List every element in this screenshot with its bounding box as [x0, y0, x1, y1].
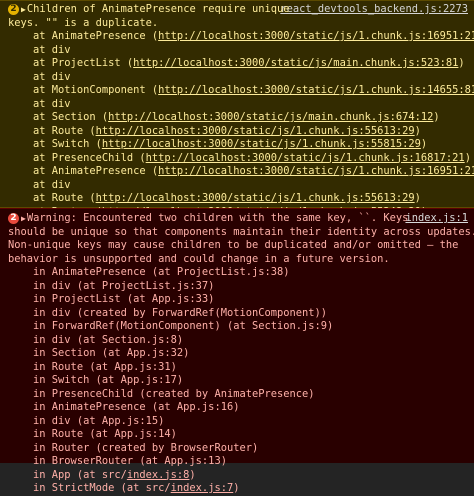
component-stack-text: in Router (created by BrowserRouter): [8, 441, 259, 454]
stack-frame-text: at AnimatePresence (: [8, 165, 159, 177]
stack-frame-text: at div: [8, 97, 71, 110]
stack-frame-suffix: ): [433, 111, 440, 123]
stack-frame-line: at div: [8, 179, 472, 193]
component-stack-line: in div (at App.js:15): [8, 415, 472, 429]
component-stack-text: in Switch (at App.js:17): [8, 374, 184, 386]
component-stack-text: in Route (at App.js:14): [8, 428, 177, 440]
stack-frame-suffix: ): [414, 192, 421, 204]
stack-frame-suffix: ): [420, 138, 428, 150]
stack-frame-text: at div: [8, 70, 71, 83]
warning-count-badge: 2: [8, 4, 19, 15]
stack-frame-line: at AnimatePresence (http://localhost:300…: [8, 30, 474, 44]
stack-frame-line: at Section (http://localhost:3000/static…: [8, 111, 472, 125]
stack-frame-link[interactable]: http://localhost:3000/static/js/main.chu…: [108, 111, 433, 123]
warning-message-line: keys. "" is a duplicate.: [8, 16, 159, 29]
component-stack-line: in ForwardRef(MotionComponent) (at Secti…: [8, 320, 472, 334]
stack-frame-text: at ProjectList (: [8, 57, 134, 69]
component-stack-line: in Switch (at App.js:17): [8, 374, 472, 388]
component-stack-text: in AnimatePresence (at ProjectList.js:38…: [8, 266, 290, 278]
component-stack-text: in AnimatePresence (at App.js:16): [8, 401, 240, 413]
error-count-badge: 2: [8, 213, 19, 224]
component-stack-suffix: ): [189, 468, 196, 481]
stack-frame-text: at AnimatePresence (: [8, 30, 159, 42]
stack-frame-text: at Switch (: [8, 138, 102, 150]
stack-frame-line: at div: [8, 98, 472, 112]
warning-message-text: Children of AnimatePresence require uniq…: [26, 3, 290, 15]
error-message-line: 2 ▶Warning: Encountered two children with…: [8, 212, 472, 226]
stack-frame-link[interactable]: http://localhost:3000/static/js/1.chunk.…: [96, 192, 415, 204]
component-stack-text: in ForwardRef(MotionComponent) (at Secti…: [8, 320, 334, 332]
stack-frame-suffix: ): [458, 57, 465, 69]
stack-frame-text: at Section (: [8, 111, 109, 123]
component-stack-text: in StrictMode (at src/: [8, 482, 171, 494]
stack-frame-link[interactable]: http://localhost:3000/static/js/1.chunk.…: [102, 138, 421, 150]
stack-frame-link[interactable]: http://localhost:3000/static/js/1.chunk.…: [158, 84, 474, 96]
component-stack-link[interactable]: index.js:7: [171, 482, 234, 494]
stack-frame-link[interactable]: http://localhost:3000/static/js/1.chunk.…: [158, 165, 474, 177]
component-stack-text: in App (at src/: [8, 468, 127, 481]
error-message-line: behavior is unsupported and could change…: [8, 252, 390, 265]
stack-frame-link[interactable]: http://localhost:3000/static/js/1.chunk.…: [96, 125, 415, 137]
warning-source-link[interactable]: react_devtools_backend.js:2273: [280, 3, 468, 17]
component-stack-text: in div (at ProjectList.js:37): [8, 279, 215, 292]
component-stack-text: in BrowserRouter (at App.js:13): [8, 455, 227, 467]
stack-frame-link[interactable]: http://localhost:3000/static/js/1.chunk.…: [146, 152, 465, 164]
stack-frame-text: at PresenceChild (: [8, 151, 146, 164]
stack-frame-line: at PresenceChild (http://localhost:3000/…: [8, 152, 472, 166]
component-stack-line: in div (at Section.js:8): [8, 334, 472, 348]
component-stack-line: in App (at src/index.js:8): [8, 469, 472, 483]
component-stack-line: in StrictMode (at src/index.js:7): [8, 482, 472, 496]
component-stack-line: in Route (at App.js:14): [8, 428, 472, 442]
component-stack-line: in BrowserRouter (at App.js:13): [8, 455, 472, 469]
stack-frame-suffix: ): [464, 151, 471, 164]
component-stack-text: in Section (at App.js:32): [8, 347, 190, 359]
error-source-link[interactable]: index.js:1: [405, 212, 468, 226]
component-stack-link[interactable]: index.js:8: [127, 469, 190, 481]
component-stack-text: in ProjectList (at App.js:33): [8, 293, 215, 305]
stack-frame-line: at ProjectList (http://localhost:3000/st…: [8, 57, 472, 71]
component-stack-line: in PresenceChild (created by AnimatePres…: [8, 388, 472, 402]
stack-frame-line: at AnimatePresence (http://localhost:300…: [8, 165, 474, 179]
stack-frame-text: at Route (: [8, 124, 96, 137]
component-stack-line: in ProjectList (at App.js:33): [8, 293, 472, 307]
expand-caret-icon[interactable]: ▶: [21, 214, 26, 223]
component-stack-line: in div (created by ForwardRef(MotionComp…: [8, 307, 472, 321]
console-error-entry: index.js:1 2 ▶Warning: Encountered two ch…: [0, 208, 474, 494]
error-message-line: Non-unique keys may cause children to be…: [8, 239, 459, 251]
stack-frame-line: at Switch (http://localhost:3000/static/…: [8, 138, 472, 152]
stack-frame-line: at Route (http://localhost:3000/static/j…: [8, 192, 472, 206]
error-stack-trace: in AnimatePresence (at ProjectList.js:38…: [8, 266, 472, 496]
error-message-line: should be unique so that components main…: [8, 225, 474, 238]
component-stack-line: in Section (at App.js:32): [8, 347, 472, 361]
stack-frame-text: at Route (: [8, 192, 96, 204]
stack-frame-suffix: ): [414, 124, 421, 137]
component-stack-line: in div (at ProjectList.js:37): [8, 280, 472, 294]
component-stack-line: in AnimatePresence (at App.js:16): [8, 401, 472, 415]
error-message-text: Warning: Encountered two children with t…: [26, 212, 409, 224]
expand-caret-icon[interactable]: ▶: [21, 5, 26, 14]
stack-frame-line: at Route (http://localhost:3000/static/j…: [8, 125, 472, 139]
component-stack-line: in Route (at App.js:31): [8, 361, 472, 375]
console-warning-entry: react_devtools_backend.js:2273 2 ▶Childre…: [0, 0, 474, 245]
stack-frame-line: at div: [8, 44, 472, 58]
stack-frame-text: at div: [8, 178, 71, 191]
component-stack-text: in div (at Section.js:8): [8, 333, 184, 346]
component-stack-line: in AnimatePresence (at ProjectList.js:38…: [8, 266, 472, 280]
stack-frame-line: at div: [8, 71, 472, 85]
stack-frame-text: at div: [8, 43, 71, 56]
stack-frame-line: at MotionComponent (http://localhost:300…: [8, 84, 474, 98]
stack-frame-text: at MotionComponent (: [8, 84, 159, 96]
stack-frame-link[interactable]: http://localhost:3000/static/js/1.chunk.…: [158, 30, 474, 42]
component-stack-text: in PresenceChild (created by AnimatePres…: [8, 387, 315, 400]
stack-frame-link[interactable]: http://localhost:3000/static/js/main.chu…: [133, 57, 458, 69]
component-stack-text: in div (created by ForwardRef(MotionComp…: [8, 306, 328, 319]
component-stack-line: in Router (created by BrowserRouter): [8, 442, 472, 456]
component-stack-text: in div (at App.js:15): [8, 414, 165, 427]
component-stack-text: in Route (at App.js:31): [8, 360, 177, 373]
component-stack-suffix: ): [233, 482, 240, 494]
